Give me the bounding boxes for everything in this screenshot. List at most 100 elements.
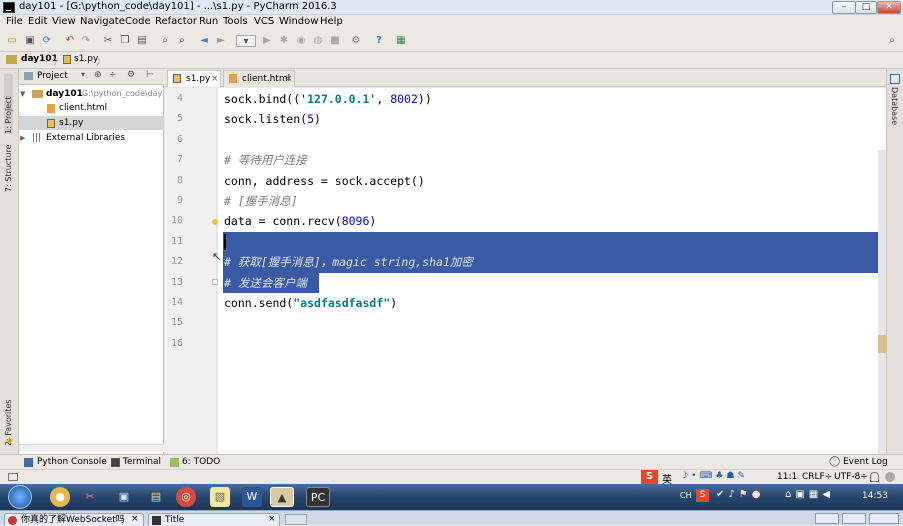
maximize-button[interactable]: □ [855,1,877,14]
collapse-all-icon[interactable]: ÷ [109,70,117,80]
caret-position[interactable]: 11:1 [777,472,797,482]
expand-arrow-icon[interactable]: ▶ [20,131,25,145]
horizontal-scrollbar[interactable] [19,444,164,452]
breadcrumb-file[interactable]: s1.py [74,54,98,64]
back-icon[interactable]: ◄ [198,35,210,47]
expand-arrow-icon[interactable]: ▼ [20,87,25,101]
scroll-thumb[interactable] [878,335,886,353]
floppy-icon[interactable]: ▣ [114,487,134,507]
word-icon[interactable]: W [242,487,262,507]
forward-icon[interactable]: ► [215,35,227,47]
browser-tab-close-icon[interactable]: × [131,514,139,524]
chrome-icon[interactable]: ◎ [176,487,196,507]
tool-icon[interactable]: ✂ [80,487,100,507]
database-tool-tab[interactable]: Database [890,87,899,127]
input-language[interactable]: CH [680,491,692,500]
project-tool-tab[interactable]: 1: Project [4,74,13,134]
toggle-tool-windows-icon[interactable] [8,473,18,481]
structure-tool-tab[interactable]: 7: Structure [4,137,13,192]
find-icon[interactable]: ⌕ [159,35,171,47]
python-console-tab[interactable]: Python Console [37,457,107,467]
todo-tab[interactable]: 6: TODO [182,457,220,467]
browser-tab-title[interactable]: Title [148,513,280,526]
debug-icon[interactable]: ✱ [278,35,290,47]
event-log-tab[interactable]: Event Log [843,457,888,467]
settings-icon[interactable]: ⚙ [350,35,362,47]
browser-maximize-button[interactable] [842,513,866,524]
tree-root[interactable]: ▼ day101 G:\python_code\day [19,87,164,101]
pycharm-taskbar-icon[interactable]: PC [306,487,330,507]
coverage-icon[interactable]: ◉ [295,35,307,47]
menu-code[interactable]: Code [125,16,151,27]
paint-icon[interactable]: ▲ [270,487,294,507]
terminal-tab[interactable]: Terminal [123,457,161,467]
chevron-down-icon[interactable]: ▾ [81,70,85,79]
search-everywhere-icon[interactable]: ⌕ [886,35,898,47]
tab-label: client.html [242,74,291,84]
line-number: 8 [176,175,183,186]
menu-tools[interactable]: Tools [223,16,248,27]
sync-icon[interactable]: ⟳ [41,35,53,47]
gear-icon[interactable]: ⚙ [127,70,135,80]
file-encoding[interactable]: UTF-8÷ [834,472,868,482]
new-tab-button[interactable] [285,514,307,525]
redo-icon[interactable]: ↷ [80,35,92,47]
sogou-tray-icon[interactable]: S [696,489,709,502]
tab-close-icon[interactable]: × [211,71,219,87]
replace-icon[interactable]: ⌕ [176,35,188,47]
menu-navigate[interactable]: Navigate [80,16,125,27]
project-view-selector[interactable]: Project [37,71,68,81]
help-icon[interactable]: ? [373,35,385,47]
close-button[interactable]: ✕ [877,1,901,14]
folder-icon [32,90,43,98]
sync-target-icon[interactable]: ⊕ [94,70,102,80]
save-icon[interactable]: ▣ [24,35,36,47]
menu-edit[interactable]: Edit [28,16,47,27]
menu-refactor[interactable]: Refactor [155,16,197,27]
qq-icon[interactable]: ● [50,487,70,507]
code-editor[interactable]: sock.bind(('127.0.0.1', 8002)) sock.list… [212,88,886,454]
open-folder-icon[interactable]: ▭ [6,35,18,47]
paste-icon[interactable]: ▤ [136,35,148,47]
sogou-ime-icon[interactable]: S [641,470,658,484]
tab-client-html[interactable]: client.html × [223,70,295,87]
clock[interactable]: 14:53 [862,491,888,501]
menu-run[interactable]: Run [199,16,218,27]
menu-view[interactable]: View [52,16,76,27]
hide-panel-icon[interactable]: ⊢ [146,70,154,80]
folder-icon[interactable]: ▤ [146,487,166,507]
browser-minimize-button[interactable] [815,513,839,524]
sdk-icon[interactable]: ▦ [395,35,407,47]
start-button[interactable] [8,485,32,509]
ime-toolbar-icons[interactable]: ☽•⌨♣☗✎ [680,471,748,481]
run-icon[interactable]: ▶ [261,35,273,47]
menu-window[interactable]: Window [279,16,318,27]
system-tray-icons[interactable]: ⌂▣▦◀ [785,489,834,500]
menu-file[interactable]: File [6,16,23,27]
lock-icon[interactable] [870,472,879,482]
line-separator[interactable]: CRLF÷ [802,472,832,482]
browser-close-button[interactable] [869,513,899,524]
tree-item-s1-py[interactable]: s1.py [19,116,164,130]
menu-vcs[interactable]: VCS [254,16,274,27]
editor-scrollbar[interactable] [878,150,886,455]
profile-icon[interactable]: ◍ [312,35,324,47]
undo-icon[interactable]: ↶ [64,35,76,47]
tool-window-bar: Python Console Terminal 6: TODO ◯ Event … [0,454,903,469]
browser-tab-websocket[interactable]: 你真的了解WebSocket吗 [4,513,144,526]
inspector-icon[interactable] [885,472,895,482]
tree-item-external-libraries[interactable]: ▶ ||| External Libraries [19,131,164,145]
browser-tab-close-icon[interactable]: × [268,514,276,524]
run-config-dropdown[interactable]: ▾ [236,35,256,47]
tab-s1-py[interactable]: s1.py × [167,70,221,87]
tray-icons[interactable]: ✔♪⚑● [716,489,764,500]
minimize-button[interactable]: – [832,1,856,14]
left-tool-strip: 1: Project 7: Structure 2: Favorites ★ [0,69,19,454]
menu-help[interactable]: Help [320,16,343,27]
cut-icon[interactable]: ✂ [102,35,114,47]
tree-item-client-html[interactable]: client.html [19,101,164,115]
stop-icon[interactable]: ■ [329,35,341,47]
notepad-icon[interactable]: ▧ [210,487,230,507]
tab-close-icon[interactable]: × [285,71,293,87]
copy-icon[interactable]: ❐ [119,35,131,47]
